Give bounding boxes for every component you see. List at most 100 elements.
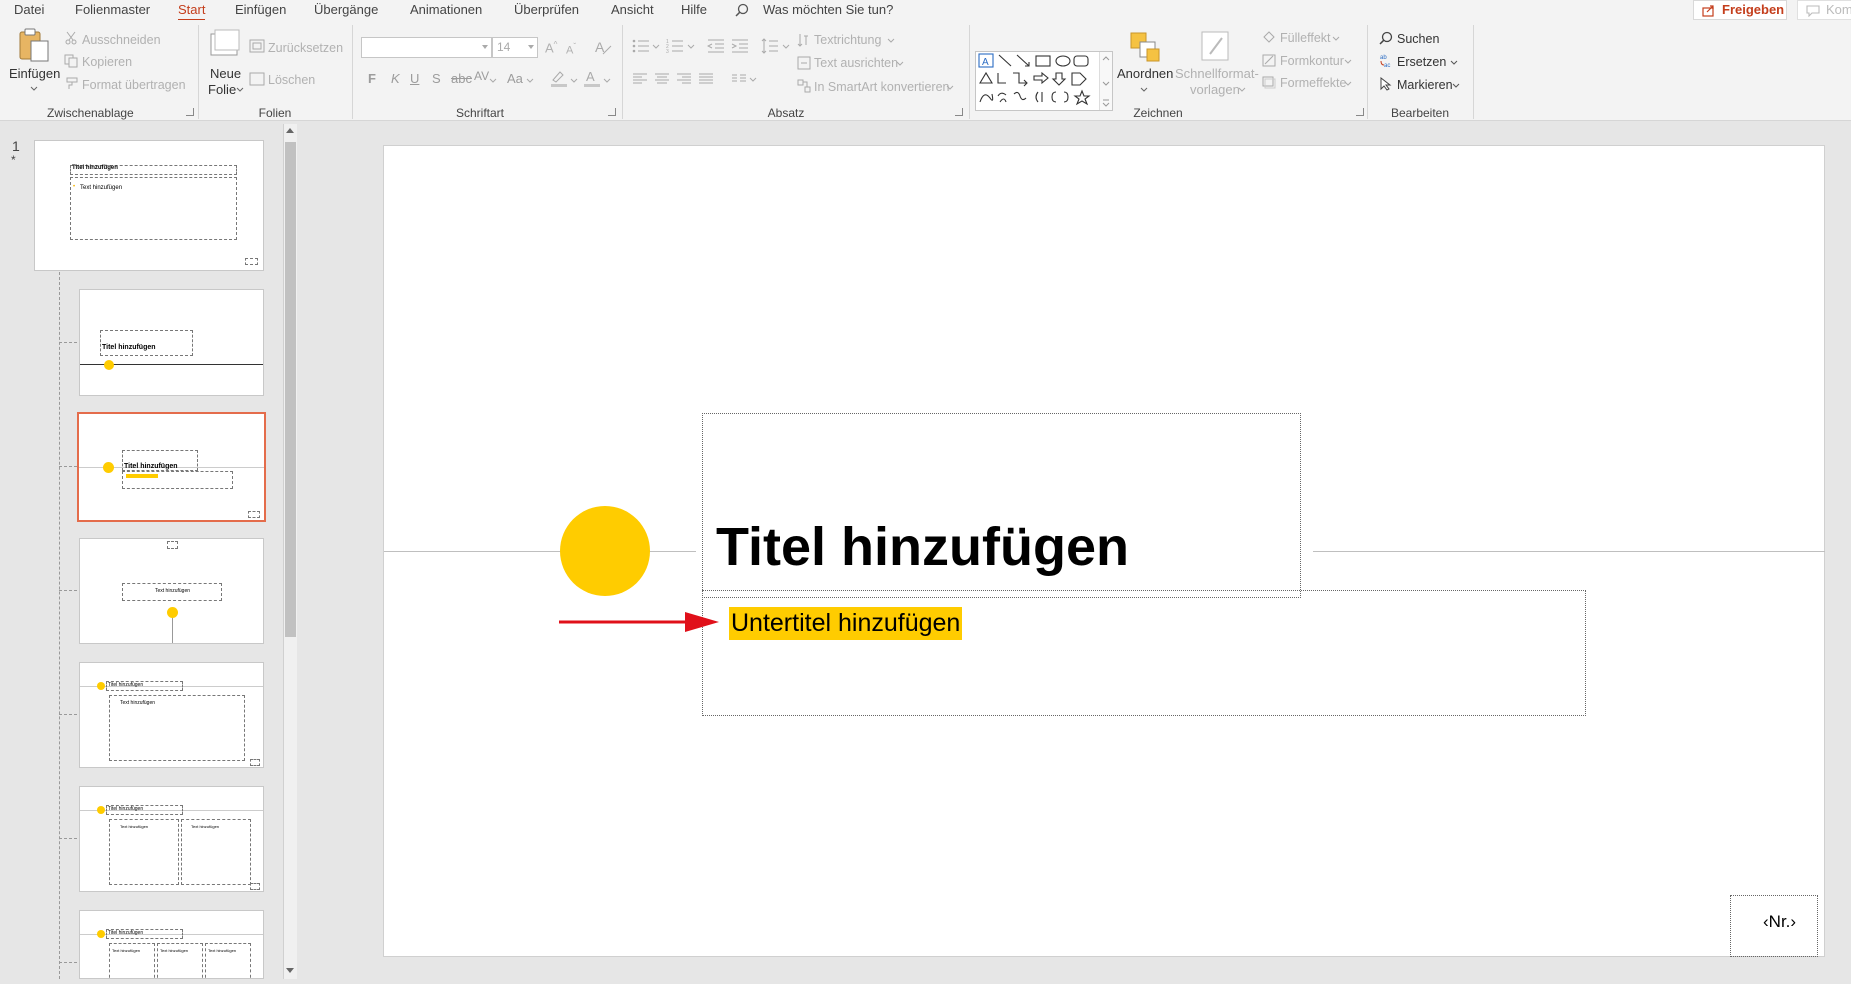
tab-einfuegen[interactable]: Einfügen [235,2,286,17]
strikethrough-button[interactable]: abc [451,71,472,86]
font-launcher-icon[interactable] [608,108,616,116]
slide-number-placeholder[interactable]: ‹Nr.› [1730,895,1818,957]
shrink-font-icon[interactable]: Aˇ [566,42,576,57]
thumb-body-text-b: Text hinzufügen [160,948,189,953]
numbering-icon[interactable]: 123 [666,38,684,54]
delete-slide-button[interactable]: Löschen [268,73,315,87]
format-painter-button[interactable]: Format übertragen [82,78,186,92]
drawing-launcher-icon[interactable] [1356,108,1364,116]
bullets-icon[interactable] [632,38,650,54]
decrease-indent-icon[interactable] [707,38,725,54]
format-painter-icon [66,77,78,89]
find-button[interactable]: Suchen [1397,32,1439,46]
slide-number: 1 [12,138,20,154]
increase-indent-icon[interactable] [731,38,749,54]
arrange-button[interactable]: Anordnen [1117,66,1173,81]
font-group-label: Schriftart [455,106,504,120]
comments-button[interactable]: Kommentare [1797,0,1851,20]
font-color-icon[interactable]: A [583,68,601,88]
shape-fill-button[interactable]: Fülleffekt [1280,31,1331,45]
new-slide-button-line2[interactable]: Folie [208,82,236,97]
thumbnail-layout-three-content[interactable]: Titel hinzufügen Text hinzufügen Text hi… [79,910,264,979]
yellow-circle[interactable] [560,506,650,596]
cut-button[interactable]: Ausschneiden [82,33,161,47]
chevron-down-icon [236,87,244,92]
thumbnail-scrollbar-thumb[interactable] [285,142,296,637]
shape-effects-button[interactable]: Formeffekte [1280,76,1346,90]
thumbnail-layout-section[interactable]: Text hinzufügen [79,538,264,644]
justify-icon[interactable] [698,72,714,86]
font-name-combo[interactable] [361,37,492,58]
smartart-button[interactable]: In SmartArt konvertieren [814,80,949,94]
tab-animationen[interactable]: Animationen [410,2,482,17]
tab-ansicht[interactable]: Ansicht [611,2,654,17]
slide-canvas: Titel hinzufügen Untertitel hinzufügen ‹… [383,145,1825,957]
new-slide-button[interactable]: Neue [210,66,241,81]
svg-text:A: A [595,39,605,55]
quick-styles-button-line2[interactable]: vorlagen [1190,82,1240,97]
thumbnail-layout-two-content[interactable]: Titel hinzufügen Text hinzufügen Text hi… [79,786,264,892]
chevron-down-icon [687,44,695,49]
chevron-down-icon [896,61,904,66]
clipboard-launcher-icon[interactable] [186,108,194,116]
shapes-gallery[interactable]: A [975,51,1113,111]
bold-button[interactable]: F [368,71,376,86]
align-right-icon[interactable] [676,72,692,86]
tab-folienmaster[interactable]: Folienmaster [75,2,150,17]
thumbnail-layout-title-content[interactable]: Titel hinzufügen Text hinzufügen [79,662,264,768]
text-direction-button[interactable]: Textrichtung [814,33,881,47]
columns-icon[interactable] [731,73,747,85]
char-spacing-button[interactable]: AV [474,69,489,83]
tab-start[interactable]: Start [178,2,206,21]
thumbnail-layout-title-slide[interactable]: Titel hinzufügen [77,412,266,522]
chevron-down-icon [749,77,757,82]
drawing-group-label: Zeichnen [1133,106,1183,120]
subtitle-placeholder[interactable]: Untertitel hinzufügen [702,590,1586,716]
select-button[interactable]: Markieren [1397,78,1453,92]
chevron-down-icon [570,78,578,83]
paste-button[interactable]: Einfügen [9,66,60,81]
thumb-body-text: Text hinzufügen [80,185,123,191]
thumb-body-text-c: Text hinzufügen [208,948,237,953]
tab-ueberpruefen[interactable]: Überprüfen [514,2,579,17]
line-spacing-icon[interactable] [761,38,779,54]
underline-button[interactable]: U [410,71,419,86]
gallery-scroll-arrows-icon [1102,56,1110,107]
scroll-up-icon[interactable] [286,128,294,133]
align-text-button[interactable]: Text ausrichten [814,56,898,70]
quick-styles-button[interactable]: Schnellformat- [1175,66,1259,81]
thumbnail-master[interactable]: Titel hinzufügen • Text hinzufügen [34,140,264,271]
clear-formatting-icon[interactable]: A [594,38,612,56]
title-placeholder[interactable]: Titel hinzufügen [702,413,1301,598]
slide-title[interactable]: Titel hinzufügen [716,516,1129,578]
reset-button[interactable]: Zurücksetzen [268,41,343,55]
red-arrow-icon [559,612,719,632]
tab-uebergaenge[interactable]: Übergänge [314,2,378,17]
tell-me-input[interactable]: Was möchten Sie tun? [763,2,893,17]
share-button[interactable]: Freigeben [1693,0,1787,20]
replace-button[interactable]: Ersetzen [1397,55,1446,69]
shadow-button[interactable]: S [432,71,441,86]
shape-outline-button[interactable]: Formkontur [1280,54,1344,68]
slide-subtitle[interactable]: Untertitel hinzufügen [729,607,963,640]
italic-button[interactable]: K [391,71,400,86]
share-label: Freigeben [1722,2,1785,17]
shape-outline-icon [1262,54,1276,67]
highlight-icon[interactable] [550,68,568,88]
scroll-down-icon[interactable] [286,968,294,973]
gallery-scrollbar[interactable] [1099,52,1112,110]
tab-hilfe[interactable]: Hilfe [681,2,707,17]
align-center-icon[interactable] [654,72,670,86]
font-size-combo[interactable]: 14 [492,37,538,58]
copy-button[interactable]: Kopieren [82,55,132,69]
tab-datei[interactable]: Datei [14,2,44,17]
align-left-icon[interactable] [632,72,648,86]
grow-font-icon[interactable]: A^ [545,40,557,55]
paragraph-launcher-icon[interactable] [955,108,963,116]
change-case-button[interactable]: Aa [507,71,523,86]
replace-icon: ab ac [1380,55,1390,68]
thumb-body-text: Text hinzufügen [120,700,156,706]
thumbnail-layout-title-line[interactable]: Titel hinzufügen [79,289,264,396]
editing-group-label: Bearbeiten [1390,106,1450,120]
chevron-down-icon [528,45,534,49]
